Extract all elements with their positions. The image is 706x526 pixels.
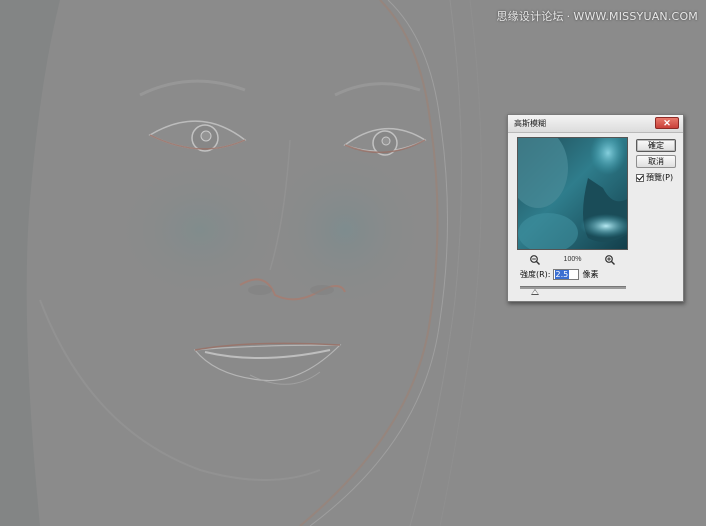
filter-preview[interactable]	[517, 137, 628, 250]
radius-label: 強度(R):	[520, 270, 551, 279]
close-icon: ✕	[663, 118, 671, 128]
preview-checkbox-label: 預覽(P)	[646, 173, 674, 182]
dialog-titlebar[interactable]: 高斯模糊 ✕	[508, 115, 683, 133]
dialog-title: 高斯模糊	[514, 119, 546, 128]
preview-checkbox[interactable]	[636, 173, 644, 182]
radius-value: 2.5	[554, 270, 570, 279]
gaussian-blur-dialog: 高斯模糊 ✕ 100% 確定 取消 預覽(P) 強度(R): 2.5 像素	[507, 114, 684, 302]
radius-unit: 像素	[582, 270, 599, 279]
preview-option[interactable]: 預覽(P)	[636, 172, 673, 183]
zoom-in-magnifier-icon[interactable]	[604, 254, 616, 266]
preview-image	[518, 138, 627, 249]
site-watermark: 思缘设计论坛 · WWW.MISSYUAN.COM	[496, 8, 698, 24]
zoom-controls: 100%	[517, 254, 628, 266]
cancel-button[interactable]: 取消	[636, 155, 676, 168]
watermark-site-url: WWW.MISSYUAN.COM	[573, 10, 698, 23]
ok-button[interactable]: 確定	[636, 139, 676, 152]
watermark-separator: ·	[566, 10, 571, 23]
radius-input[interactable]: 2.5	[552, 269, 579, 280]
watermark-site-name: 思缘设计论坛	[496, 10, 564, 23]
close-button[interactable]: ✕	[655, 117, 679, 129]
radius-slider-thumb[interactable]	[531, 289, 539, 295]
radius-row: 強度(R): 2.5 像素	[520, 269, 599, 280]
